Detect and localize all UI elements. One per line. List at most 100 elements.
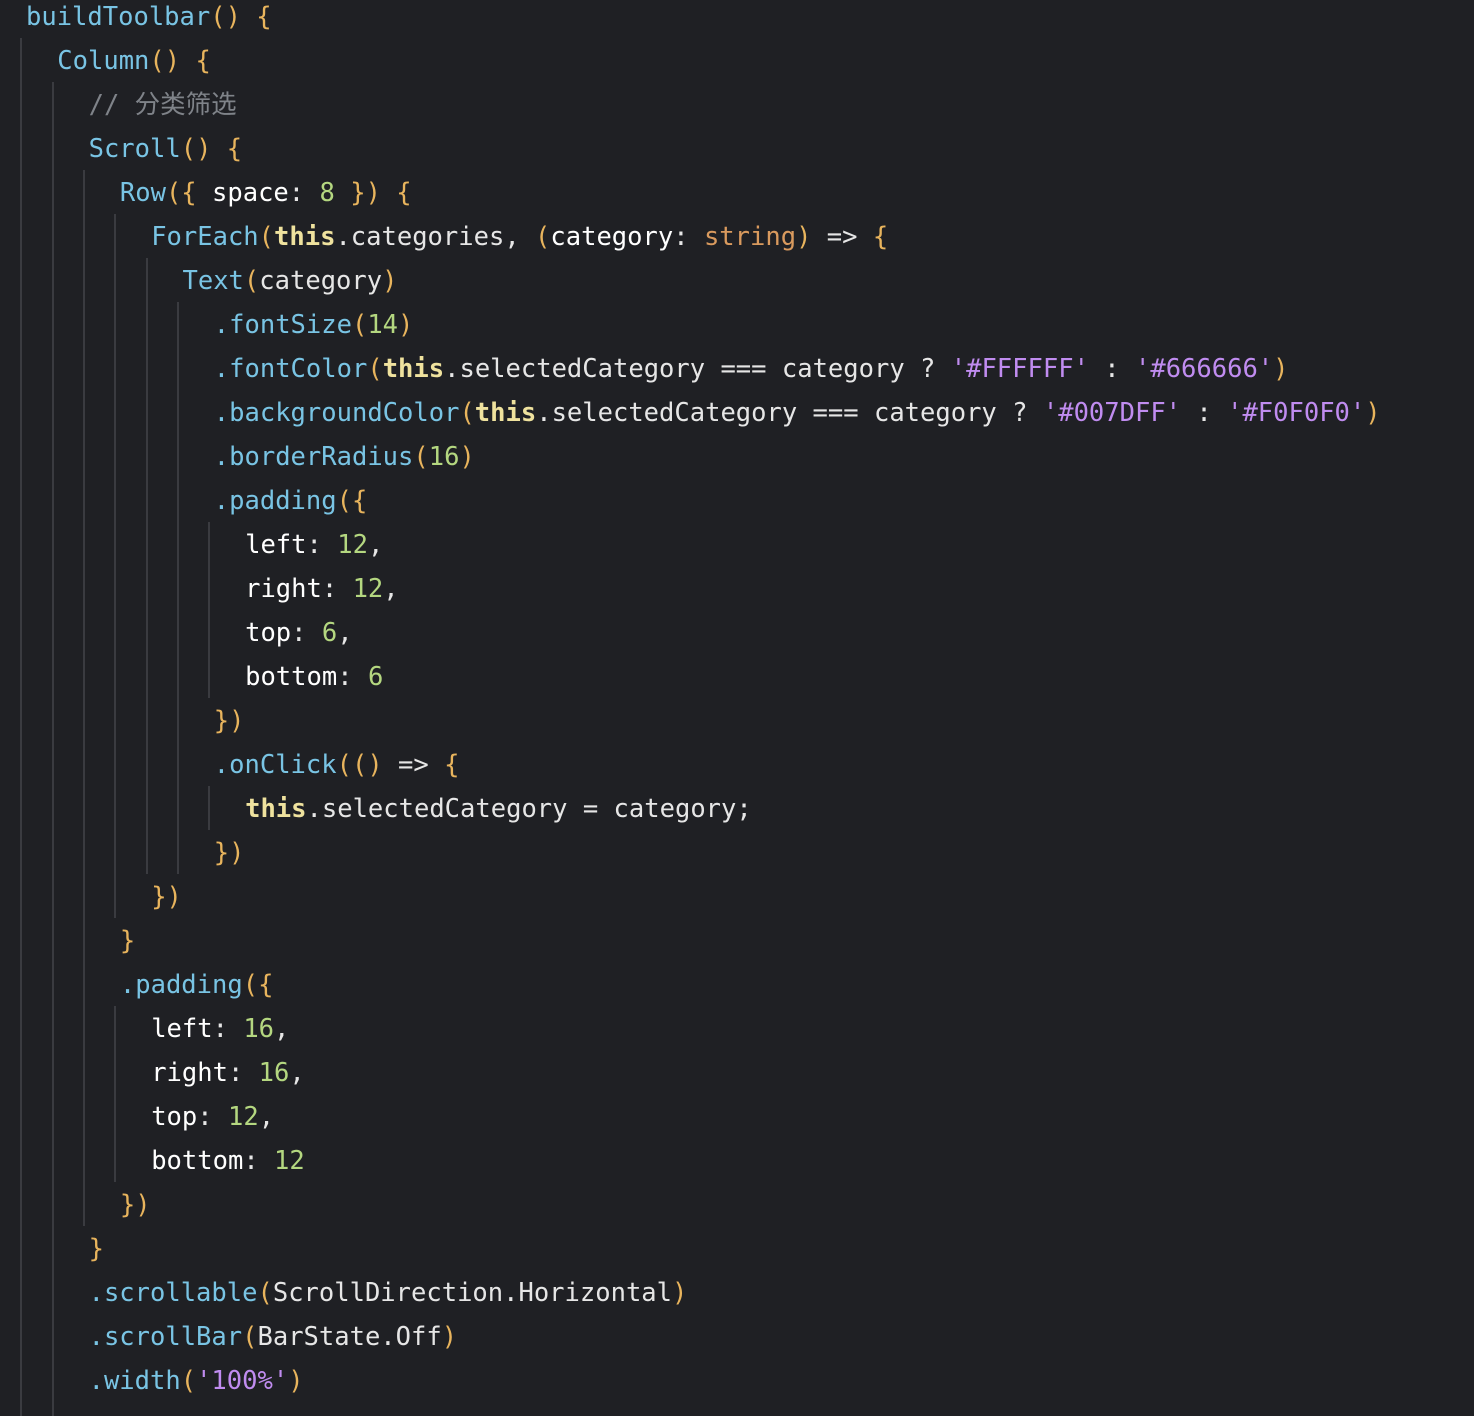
code-token: ) [441,1322,458,1352]
code-token: 16 [258,1058,290,1088]
code-token: : [243,1146,275,1176]
code-token: => [398,750,445,780]
code-token: space [212,178,289,208]
code-token: 6 [321,618,338,648]
code-line[interactable]: .padding({ [214,479,368,523]
code-line[interactable]: .borderRadius(16) [214,435,475,479]
code-line[interactable]: .width('100%') [89,1359,304,1403]
code-token: right [245,574,322,604]
code-token: () { [149,46,211,76]
indent-guide [208,786,210,830]
code-line[interactable]: .scrollBar(BarState.Off) [89,1315,457,1359]
code-token: bottom [245,662,338,692]
code-token: .fontColor [213,354,368,384]
code-line[interactable]: }) [214,831,245,875]
code-token: ForEach [151,222,259,252]
code-line[interactable]: buildToolbar() { [26,0,272,39]
code-token: 16 [243,1014,275,1044]
code-token: ( [367,354,383,384]
code-line[interactable]: Row({ space: 8 }) { [120,171,412,215]
code-token: 16 [428,442,460,472]
code-token: category [259,266,383,296]
code-token: : [291,618,322,648]
code-line[interactable]: // 分类筛选 [89,83,237,127]
code-line[interactable]: top: 12, [151,1095,274,1139]
code-token: .scrollBar [88,1322,243,1352]
code-token: }) [213,838,245,868]
code-line[interactable]: Text(category) [183,259,398,303]
code-token: ( [459,398,475,428]
code-token: '#F0F0F0' [1227,398,1366,428]
code-line[interactable]: bottom: 12 [151,1139,305,1183]
code-token: : [306,530,338,560]
code-line[interactable]: left: 16, [151,1007,289,1051]
code-editor[interactable]: buildToolbar() {Column() {// 分类筛选 Scroll(… [0,0,1474,1416]
code-token: } [119,926,136,956]
code-line[interactable]: left: 12, [245,523,383,567]
code-token: ( [243,266,260,296]
code-token: ) [796,222,827,252]
code-line[interactable]: } [89,1227,104,1271]
code-token: .scrollable [88,1278,258,1308]
code-line[interactable]: }) [214,699,245,743]
code-token: ( [258,222,275,252]
code-line[interactable]: .padding({ [120,963,274,1007]
code-token: : [288,178,320,208]
code-line[interactable]: right: 16, [151,1051,305,1095]
code-token: .categories, [335,222,536,252]
code-line[interactable]: .onClick(() => { [214,743,460,787]
code-token: left [245,530,307,560]
code-token: : [1088,354,1135,384]
code-token: BarState.Off [257,1322,442,1352]
code-line[interactable]: }) [120,1183,151,1227]
code-token: Row [119,178,166,208]
code-token: , [337,618,353,648]
code-token: : [197,1102,228,1132]
code-line[interactable]: ForEach(this.categories, (category: stri… [151,215,888,259]
code-token: category [550,222,674,252]
code-line[interactable]: .backgroundColor(this.selectedCategory =… [214,391,1381,435]
code-line[interactable]: Scroll() { [89,127,243,171]
code-token: 12 [227,1102,259,1132]
indent-guide [177,302,179,874]
code-token: ( [413,442,429,472]
code-token: this [382,354,445,384]
code-line[interactable]: bottom: 6 [245,655,383,699]
code-token: ) [459,442,475,472]
code-token: .selectedCategory = category; [306,794,752,824]
code-token: ( [180,1366,197,1396]
code-token: 6 [367,662,384,692]
code-token: .selectedCategory === category ? [444,354,951,384]
code-line[interactable]: } [120,919,135,963]
code-token: 12 [337,530,368,560]
code-token: ) [672,1278,688,1308]
code-token: .padding [213,486,337,516]
code-line[interactable]: .scrollable(ScrollDirection.Horizontal) [89,1271,688,1315]
code-line[interactable]: top: 6, [245,611,353,655]
code-token: }) [119,1190,151,1220]
code-token: .padding [119,970,243,1000]
code-token: ) [382,266,398,296]
code-line[interactable]: .fontColor(this.selectedCategory === cat… [214,347,1289,391]
code-token: this [474,398,537,428]
code-line[interactable]: this.selectedCategory = category; [245,787,752,831]
code-token: 12 [274,1146,305,1176]
code-token: : [321,574,353,604]
indent-guide [114,214,116,918]
code-token: } [88,1234,104,1264]
code-token: }) [213,706,245,736]
code-token: , [367,530,384,560]
code-token: { [872,222,889,252]
indent-guide [146,258,148,874]
code-line[interactable]: .fontSize(14) [214,303,414,347]
code-token: string [703,222,797,252]
code-token: : [212,1014,244,1044]
code-token: => [826,222,873,252]
code-token: '#007DFF' [1042,398,1182,428]
code-line[interactable]: Column() { [57,39,211,83]
code-line[interactable]: }) [151,875,182,919]
code-token: Text [182,266,244,296]
code-token: ( [242,1322,258,1352]
code-token: ( [351,310,368,340]
code-line[interactable]: right: 12, [245,567,399,611]
